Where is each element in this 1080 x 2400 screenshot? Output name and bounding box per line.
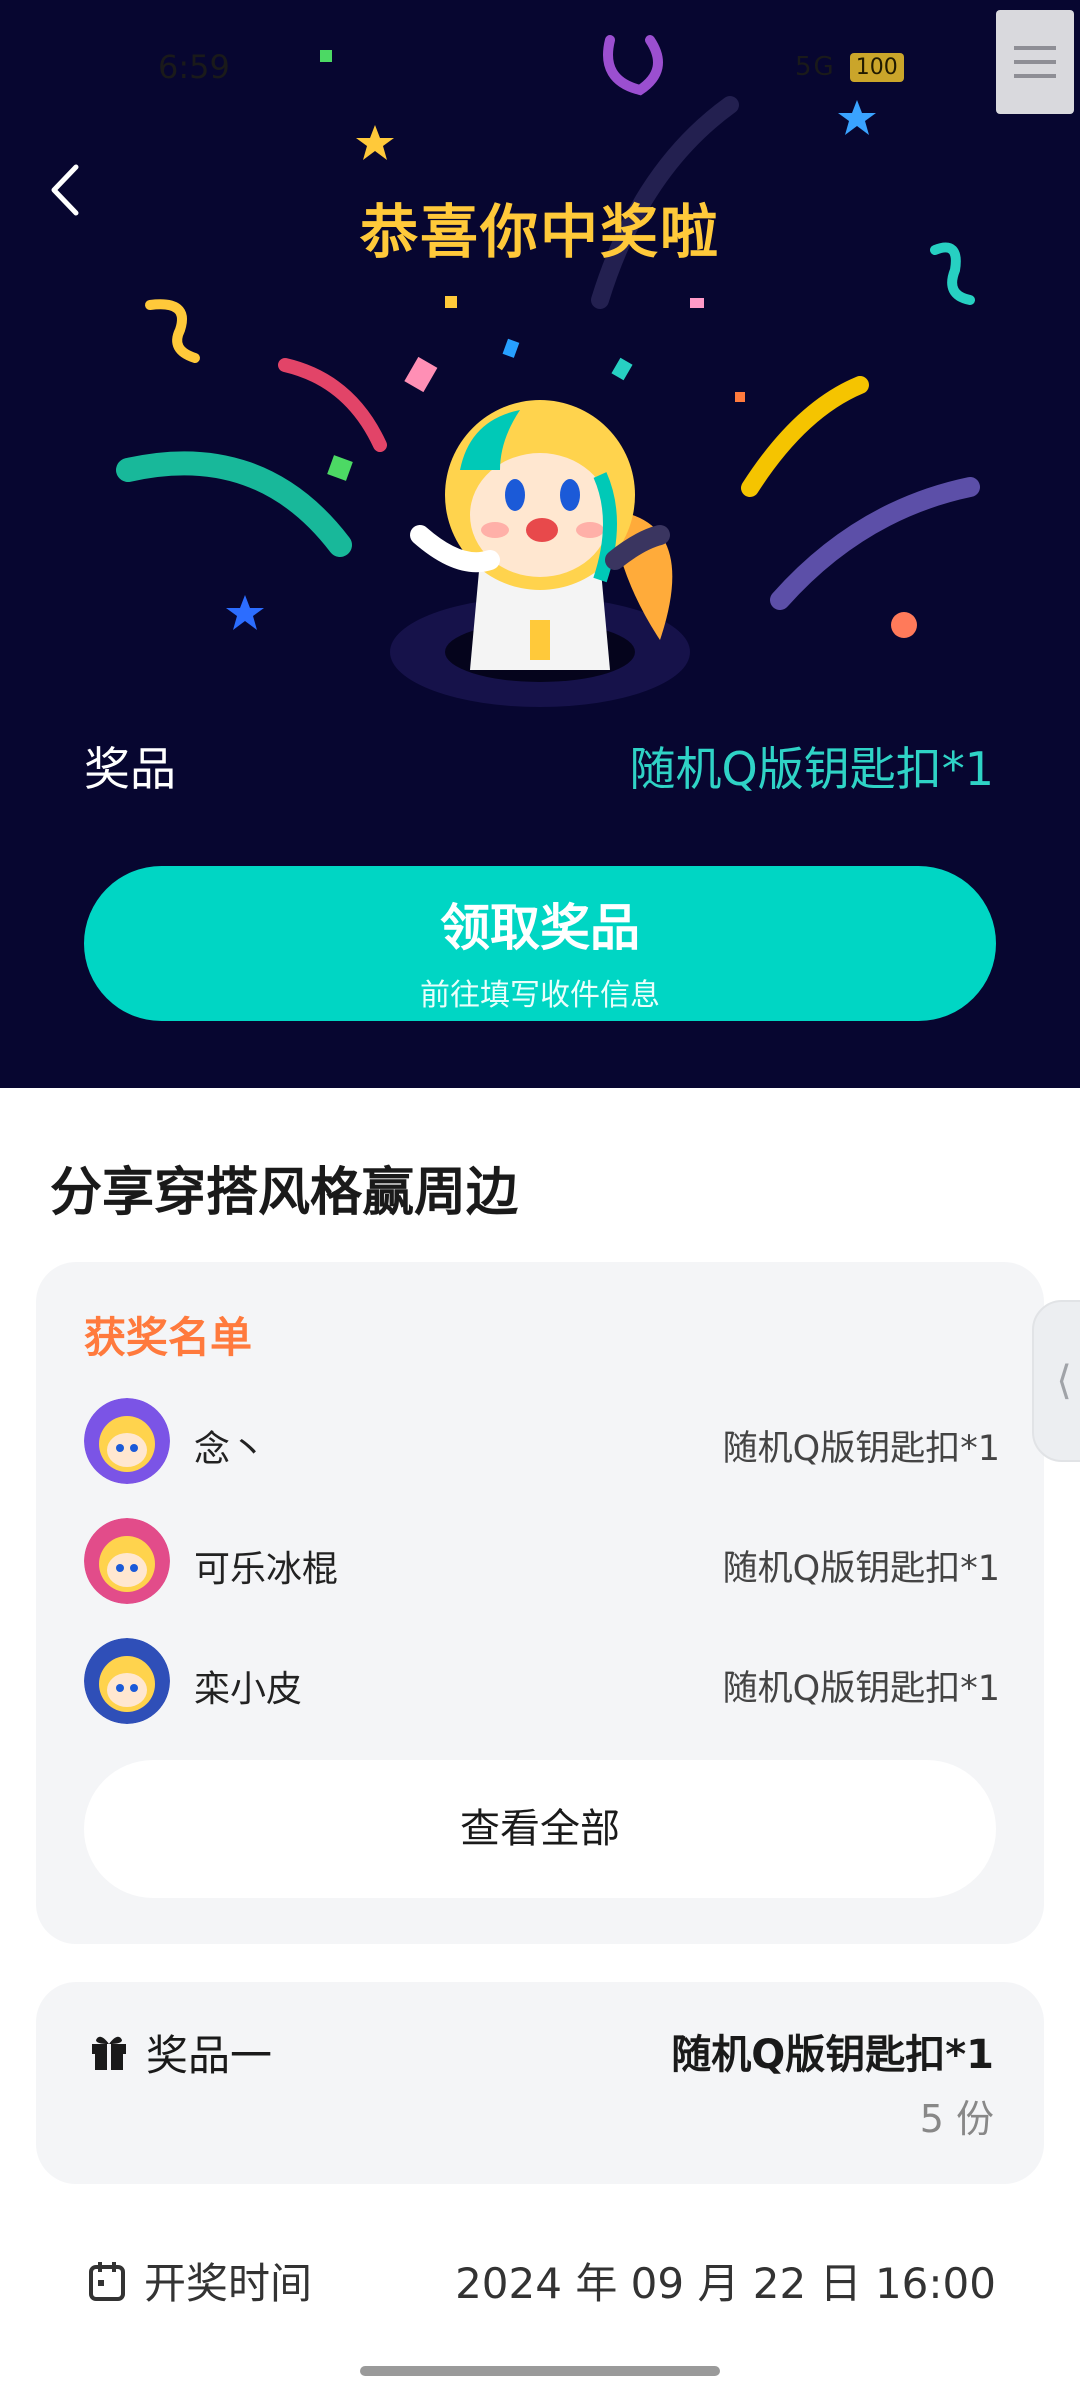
section-title: 分享穿搭风格赢周边 xyxy=(50,1163,519,1223)
draw-time-value: 2024 年 09 月 22 日 16:00 xyxy=(455,2259,996,2308)
winner-prize: 随机Q版钥匙扣*1 xyxy=(722,1669,1000,1709)
winner-name: 栾小皮 xyxy=(194,1669,303,1710)
prize-card-value: 随机Q版钥匙扣*1 xyxy=(671,2032,994,2078)
winner-row: 可乐冰棍 随机Q版钥匙扣*1 xyxy=(84,1518,1000,1608)
view-all-button[interactable]: 查看全部 xyxy=(84,1760,996,1898)
side-drawer-tab[interactable]: ⟨ xyxy=(1032,1300,1080,1462)
status-bar: 6:59 5G 100 xyxy=(0,0,1080,130)
winner-prize: 随机Q版钥匙扣*1 xyxy=(722,1549,1000,1589)
hero-banner: 6:59 5G 100 恭喜你中奖啦 奖品 随机Q版钥匙扣*1 领取奖品 前往填… xyxy=(0,0,1080,1088)
prize-value: 随机Q版钥匙扣*1 xyxy=(629,742,994,796)
calendar-icon xyxy=(89,2262,125,2301)
prize-card-label: 奖品一 xyxy=(146,2031,273,2080)
claim-button-label: 领取奖品 xyxy=(440,899,640,957)
signal-icon: 5G xyxy=(795,52,836,82)
avatar xyxy=(84,1398,170,1484)
floating-menu-handle[interactable] xyxy=(996,10,1074,114)
winners-card: 获奖名单 念丶 随机Q版钥匙扣*1 可乐冰棍 随机Q版钥匙扣*1 栾小皮 随机Q… xyxy=(36,1262,1044,1944)
winner-name: 念丶 xyxy=(194,1429,267,1470)
claim-button-sublabel: 前往填写收件信息 xyxy=(420,978,660,1013)
prize-card-quantity: 5 份 xyxy=(919,2097,994,2141)
winner-row: 念丶 随机Q版钥匙扣*1 xyxy=(84,1398,1000,1488)
prize-label: 奖品 xyxy=(84,742,176,796)
draw-time-row: 开奖时间 2024 年 09 月 22 日 16:00 xyxy=(88,2246,996,2310)
winner-row: 栾小皮 随机Q版钥匙扣*1 xyxy=(84,1638,1000,1728)
winner-name: 可乐冰棍 xyxy=(194,1549,339,1590)
avatar xyxy=(84,1638,170,1724)
winner-prize: 随机Q版钥匙扣*1 xyxy=(722,1429,1000,1469)
prize-card: 奖品一 随机Q版钥匙扣*1 5 份 xyxy=(36,1982,1044,2184)
page-title: 恭喜你中奖啦 xyxy=(359,198,720,266)
draw-time-label: 开奖时间 xyxy=(144,2259,313,2308)
avatar xyxy=(84,1518,170,1604)
prize-row: 奖品 随机Q版钥匙扣*1 xyxy=(84,733,994,803)
claim-prize-button[interactable]: 领取奖品 前往填写收件信息 xyxy=(84,866,996,1021)
status-time: 6:59 xyxy=(158,48,230,86)
home-indicator[interactable] xyxy=(360,2366,720,2376)
gift-icon xyxy=(92,2036,126,2070)
battery-icon: 100 xyxy=(849,52,904,82)
winners-title: 获奖名单 xyxy=(84,1313,253,1362)
